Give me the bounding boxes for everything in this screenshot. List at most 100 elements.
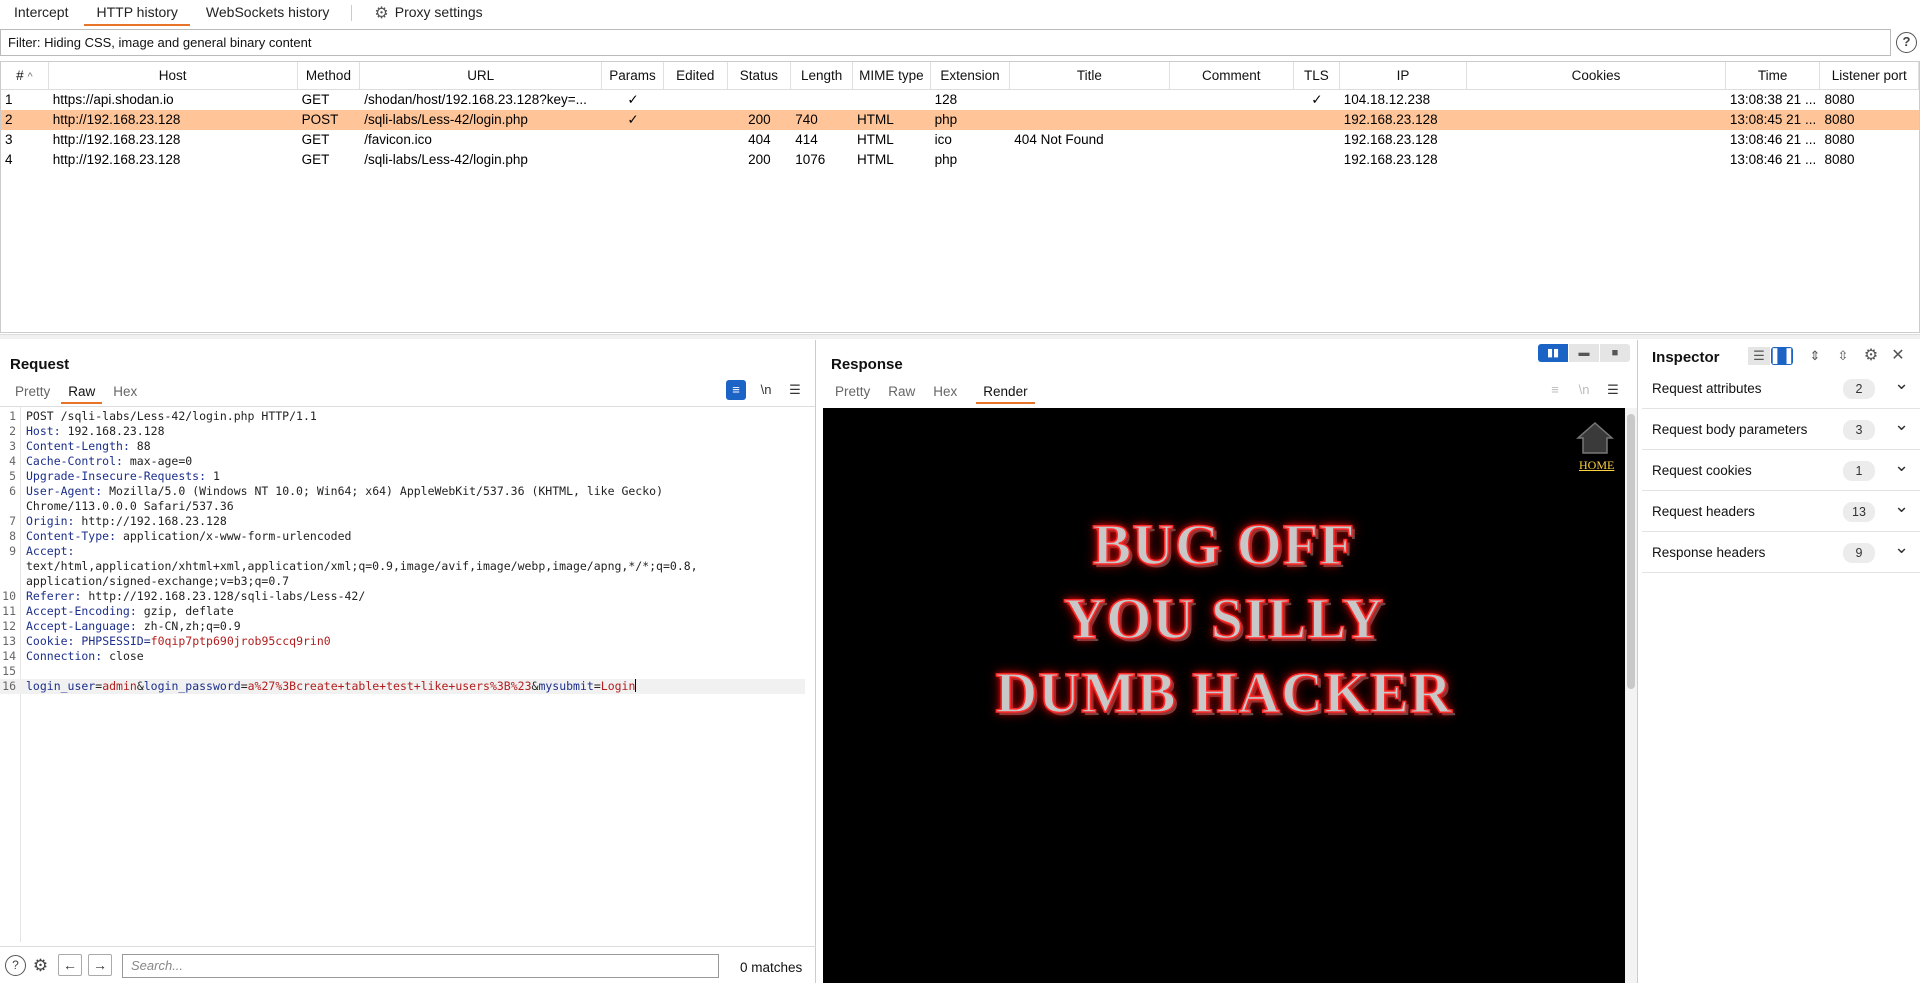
column-header-url[interactable]: URL xyxy=(360,62,603,89)
tab-websockets-history[interactable]: WebSockets history xyxy=(192,0,343,26)
column-header-method[interactable]: Method xyxy=(298,62,361,89)
banner-line: BUG OFF xyxy=(1092,511,1356,578)
cell-length: 740 xyxy=(795,112,818,127)
expand-all-icon[interactable]: ⇕ xyxy=(1804,347,1826,365)
inspector-section[interactable]: Request body parameters 3 ⌄ xyxy=(1642,410,1920,450)
column-header-listener-port[interactable]: Listener port xyxy=(1820,62,1919,89)
body-params: login_user=admin&login_password=a%27%3Bc… xyxy=(26,679,637,693)
table-row[interactable]: 2 http://192.168.23.128 POST/sqli-labs/Les… xyxy=(1,110,1919,130)
table-row[interactable]: 1 https://api.shodan.io GET/shodan/host/19… xyxy=(1,90,1919,110)
tab-intercept[interactable]: Intercept xyxy=(0,0,82,26)
column-header-length[interactable]: Length xyxy=(791,62,854,89)
response-panel: Response ▮▮ ▬ ■ Pretty Raw Hex Render ≡ … xyxy=(819,340,1638,983)
request-tab-raw[interactable]: Raw xyxy=(59,382,104,404)
inspector-section-label: Request attributes xyxy=(1652,381,1762,396)
gear-icon[interactable]: ⚙ xyxy=(1860,347,1882,365)
column-header-ip[interactable]: IP xyxy=(1340,62,1468,89)
line-number: 9 xyxy=(9,544,16,558)
layout-toggle: ▮▮ ▬ ■ xyxy=(1537,344,1630,362)
editor-line: 12 Accept-Language: zh-CN,zh;q=0.9 xyxy=(0,619,805,634)
stacked-layout-icon[interactable]: ▬ xyxy=(1569,344,1599,362)
hamburger-menu-icon[interactable]: ☰ xyxy=(1603,380,1623,400)
chevron-down-icon[interactable]: ⌄ xyxy=(1894,373,1909,394)
hamburger-menu-icon[interactable]: ☰ xyxy=(785,380,805,400)
column-header-comment[interactable]: Comment xyxy=(1170,62,1294,89)
response-scrollbar[interactable] xyxy=(1625,408,1637,983)
line-number: 4 xyxy=(9,454,16,468)
cell-listener-port: 8080 xyxy=(1824,152,1855,167)
chevron-down-icon[interactable]: ⌄ xyxy=(1894,455,1909,476)
show-newlines-toggle[interactable]: \n xyxy=(756,380,776,400)
cell-length: 1076 xyxy=(795,152,826,167)
arrow-right-icon[interactable]: → xyxy=(88,954,112,976)
header-value: gzip, deflate xyxy=(136,604,234,618)
column-header-number[interactable]: # ^ xyxy=(1,62,49,89)
inspector-panel: Inspector ☰ ▌▐ ⇕ ⇳ ⚙ ✕ Request attribute… xyxy=(1640,340,1920,983)
column-header-time[interactable]: Time xyxy=(1726,62,1821,89)
response-tab-pretty[interactable]: Pretty xyxy=(826,382,879,402)
column-header-extension[interactable]: Extension xyxy=(931,62,1011,89)
param-name: login_password xyxy=(143,679,241,693)
home-icon[interactable] xyxy=(1575,420,1615,456)
single-pane-layout-icon[interactable]: ■ xyxy=(1600,344,1630,362)
side-by-side-layout-icon[interactable]: ▮▮ xyxy=(1538,344,1568,362)
response-tab-hex[interactable]: Hex xyxy=(924,382,966,402)
request-tab-pretty[interactable]: Pretty xyxy=(6,382,59,402)
line-text: Cookie: PHPSESSID=f0qip7ptp690jrob95ccq9… xyxy=(26,634,331,648)
pane-splitter[interactable] xyxy=(0,334,1920,339)
line-number: 8 xyxy=(9,529,16,543)
cell-extension: ico xyxy=(934,132,952,147)
tab-proxy-settings[interactable]: ⚙ Proxy settings xyxy=(360,0,496,26)
column-header-title[interactable]: Title xyxy=(1010,62,1170,89)
cell-tls xyxy=(1294,130,1340,150)
tab-http-history[interactable]: HTTP history xyxy=(82,0,191,26)
wrap-lines-icon[interactable]: ≡ xyxy=(726,380,746,400)
chevron-down-icon[interactable]: ⌄ xyxy=(1894,414,1909,435)
header-name: Content-Length xyxy=(26,439,123,453)
column-header-mime-type[interactable]: MIME type xyxy=(853,62,931,89)
cell-mime-type: HTML xyxy=(857,132,894,147)
response-tab-render[interactable]: Render xyxy=(974,382,1036,404)
close-icon[interactable]: ✕ xyxy=(1887,347,1909,365)
inspector-section[interactable]: Request headers 13 ⌄ xyxy=(1642,492,1920,532)
gear-icon[interactable]: ⚙ xyxy=(30,955,51,976)
column-header-edited[interactable]: Edited xyxy=(664,62,728,89)
line-text: Referer: http://192.168.23.128/sqli-labs… xyxy=(26,589,366,603)
panel-view-icon[interactable]: ▌▐ xyxy=(1771,347,1793,365)
request-tab-hex[interactable]: Hex xyxy=(104,382,146,402)
home-link[interactable]: HOME xyxy=(1579,458,1614,473)
column-header-tls[interactable]: TLS xyxy=(1294,62,1340,89)
request-editor[interactable]: 1 POST /sqli-labs/Less-42/login.php HTTP/… xyxy=(0,406,815,942)
inspector-section-count: 2 xyxy=(1843,379,1875,399)
collapse-all-icon[interactable]: ⇳ xyxy=(1832,347,1854,365)
help-icon[interactable]: ? xyxy=(1896,32,1917,53)
param-name: login_user xyxy=(26,679,96,693)
scrollbar-thumb[interactable] xyxy=(1627,414,1635,689)
chevron-down-icon[interactable]: ⌄ xyxy=(1894,537,1909,558)
search-input[interactable]: Search... xyxy=(122,954,719,978)
cell-host: http://192.168.23.128 xyxy=(52,132,181,147)
help-icon[interactable]: ? xyxy=(5,955,26,976)
response-tab-raw[interactable]: Raw xyxy=(879,382,924,402)
inspector-section[interactable]: Request attributes 2 ⌄ xyxy=(1642,369,1920,409)
list-view-icon[interactable]: ☰ xyxy=(1748,347,1770,365)
table-row[interactable]: 4 http://192.168.23.128 GET/sqli-labs/Less… xyxy=(1,150,1919,170)
cell-url: /favicon.ico xyxy=(364,132,432,147)
cell-cookies xyxy=(1467,90,1726,110)
filter-bar[interactable]: Filter: Hiding CSS, image and general bi… xyxy=(0,29,1891,56)
request-body-line: 16 login_user=admin&login_password=a%27%3… xyxy=(0,679,805,694)
editor-line: 9 Accept: xyxy=(0,544,805,559)
line-text: application/signed-exchange;v=b3;q=0.7 xyxy=(26,574,290,588)
inspector-section[interactable]: Response headers 9 ⌄ xyxy=(1642,533,1920,573)
column-header-host[interactable]: Host xyxy=(49,62,298,89)
column-header-status[interactable]: Status xyxy=(728,62,792,89)
line-text: Chrome/113.0.0.0 Safari/537.36 xyxy=(26,499,234,513)
column-header-cookies[interactable]: Cookies xyxy=(1467,62,1726,89)
table-row[interactable]: 3 http://192.168.23.128 GET/favicon.ico 404… xyxy=(1,130,1919,150)
arrow-left-icon[interactable]: ← xyxy=(58,954,82,976)
column-header-params[interactable]: Params xyxy=(602,62,664,89)
chevron-down-icon[interactable]: ⌄ xyxy=(1894,496,1909,517)
inspector-section[interactable]: Request cookies 1 ⌄ xyxy=(1642,451,1920,491)
line-text: Cache-Control: max-age=0 xyxy=(26,454,193,468)
request-panel: Request Pretty Raw Hex ≡ \n ☰ 1 POST /sql… xyxy=(0,340,816,983)
